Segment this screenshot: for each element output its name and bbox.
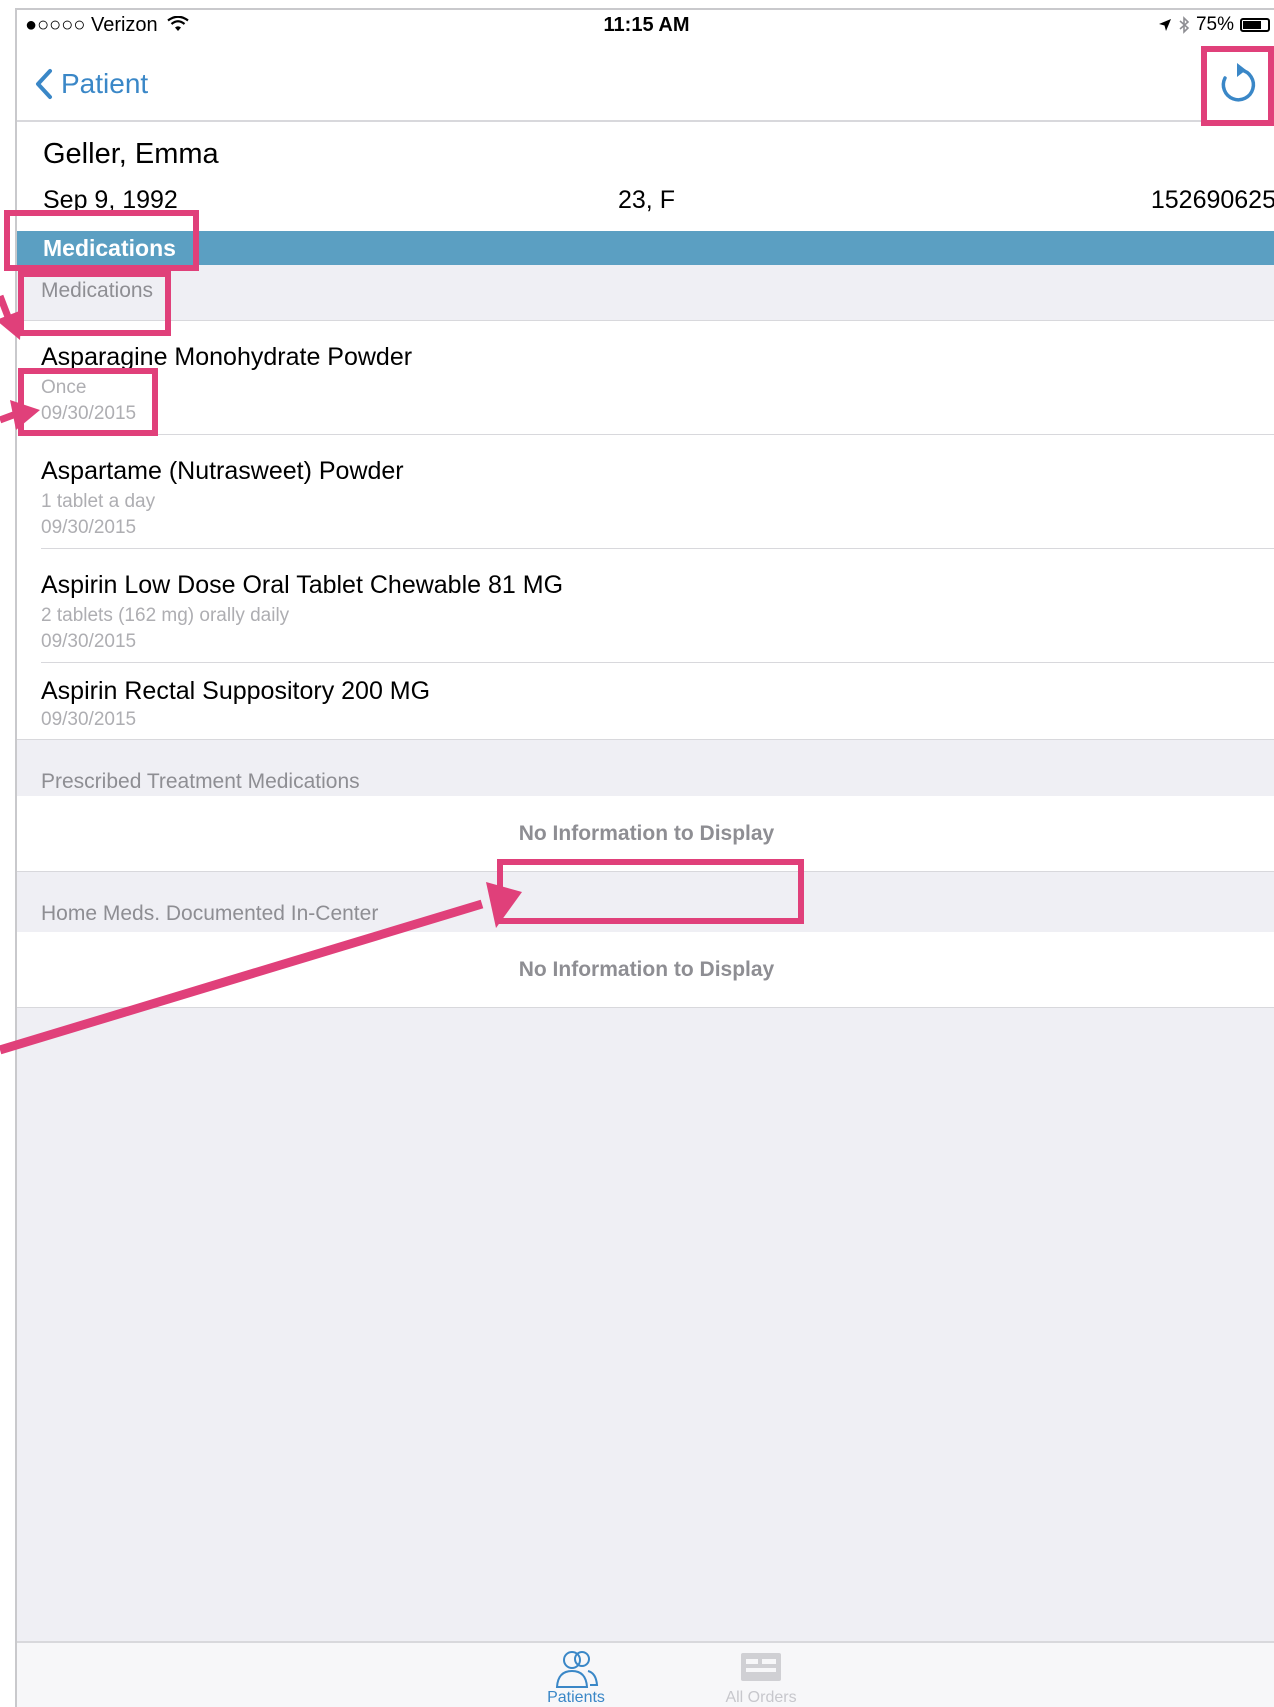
medication-name: Aspartame (Nutrasweet) Powder	[41, 457, 404, 485]
app-screen: ●○○○○ Verizon 11:15 AM 75% Patient Gelle…	[15, 8, 1274, 1707]
nav-bar: Patient	[17, 52, 1274, 122]
annotation-box-section-title	[4, 210, 199, 271]
all-orders-icon	[741, 1653, 781, 1681]
patients-icon	[555, 1651, 599, 1688]
group-header-medications: Medications	[17, 265, 1274, 321]
annotation-box-refresh	[1201, 46, 1274, 126]
medication-item[interactable]: Aspirin Low Dose Oral Tablet Chewable 81…	[17, 549, 1274, 663]
medication-date: 09/30/2015	[41, 709, 137, 730]
patient-header: Geller, Emma Sep 9, 1992 23, F 152690625	[17, 122, 1274, 238]
annotation-box-group-header	[18, 271, 171, 336]
battery-percent: 75%	[1195, 14, 1234, 35]
tab-label: All Orders	[725, 1689, 797, 1706]
medication-frequency: 2 tablets (162 mg) orally daily	[41, 605, 290, 626]
location-arrow-icon	[1158, 19, 1171, 31]
tab-bar: Patients All Orders	[17, 1641, 1274, 1707]
battery-level	[1243, 21, 1261, 29]
medication-item[interactable]: Aspartame (Nutrasweet) Powder 1 tablet a…	[17, 435, 1274, 549]
back-button[interactable]: Patient	[35, 62, 148, 106]
patient-mrn: 152690625	[1150, 186, 1274, 214]
empty-state-text: No Information to Display	[518, 958, 775, 981]
status-time: 11:15 AM	[603, 14, 690, 36]
medication-item[interactable]: Aspirin Rectal Suppository 200 MG 09/30/…	[17, 663, 1274, 740]
tab-all-orders[interactable]: All Orders	[701, 1649, 821, 1707]
patient-name: Geller, Emma	[43, 138, 219, 170]
medication-list[interactable]: Medications Asparagine Monohydrate Powde…	[17, 265, 1274, 1641]
tab-patients[interactable]: Patients	[516, 1649, 636, 1707]
medication-name: Aspirin Rectal Suppository 200 MG	[41, 677, 431, 705]
medication-name: Aspirin Low Dose Oral Tablet Chewable 81…	[41, 571, 564, 599]
medication-date: 09/30/2015	[41, 517, 137, 538]
status-bar: ●○○○○ Verizon 11:15 AM 75%	[17, 10, 1274, 52]
annotation-box-medication-details	[18, 368, 158, 436]
medication-date: 09/30/2015	[41, 631, 137, 652]
battery-icon	[1240, 18, 1270, 32]
medication-item[interactable]: Asparagine Monohydrate Powder Once 09/30…	[17, 321, 1274, 435]
chevron-left-icon	[36, 69, 52, 99]
medications-group: Asparagine Monohydrate Powder Once 09/30…	[17, 321, 1274, 740]
back-button-label: Patient	[61, 68, 149, 99]
annotation-box-empty-state	[497, 859, 804, 924]
tab-label: Patients	[547, 1689, 605, 1706]
section-bar: Medications	[17, 231, 1274, 265]
medication-frequency: 1 tablet a day	[41, 491, 156, 512]
annotation-arrow	[0, 410, 18, 424]
home-meds-group: No Information to Display	[17, 932, 1274, 1008]
status-right: 75%	[1158, 14, 1270, 36]
group-header-prescribed: Prescribed Treatment Medications	[17, 740, 1274, 802]
empty-state-text: No Information to Display	[518, 822, 775, 845]
bluetooth-icon	[1179, 16, 1190, 34]
annotation-arrow	[0, 294, 14, 324]
